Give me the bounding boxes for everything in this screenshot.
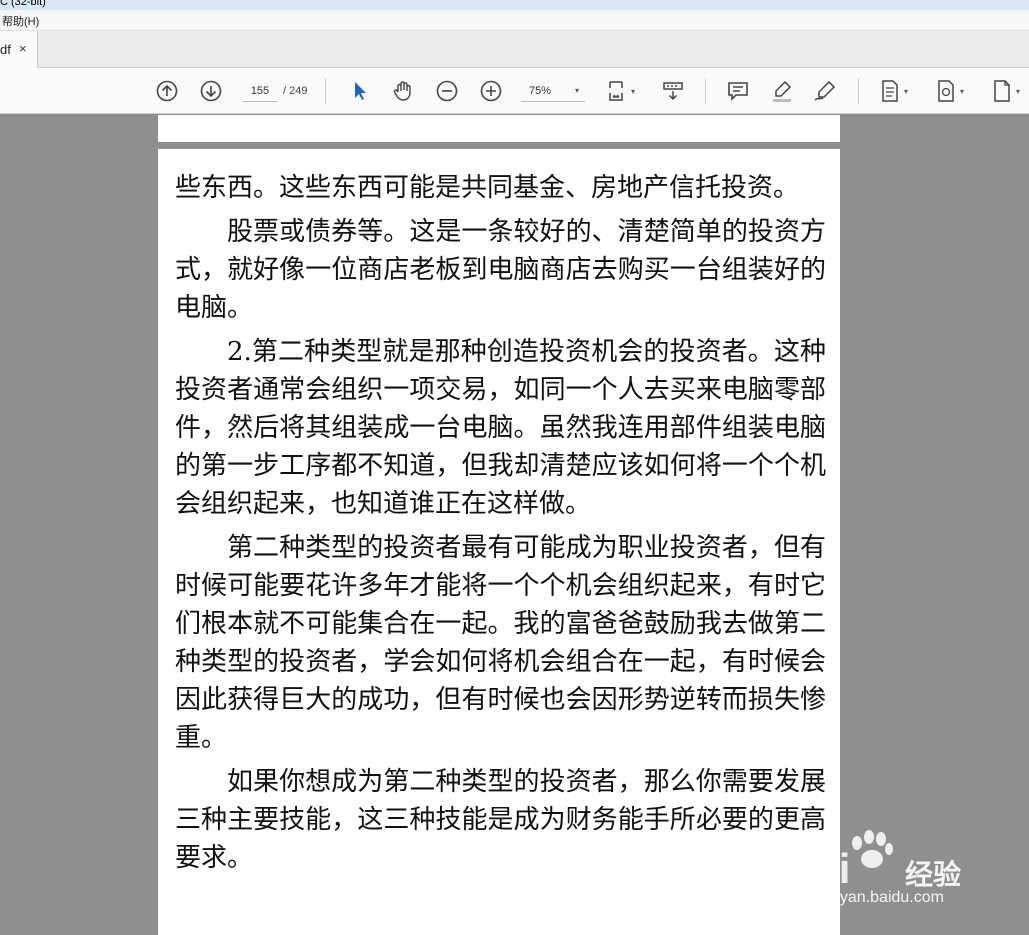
watermark-brand-cn: 经验 (905, 858, 962, 891)
highlight-button[interactable] (769, 78, 795, 104)
paragraph: 如果你想成为第二种类型的投资者，那么你需要发展三种主要技能，这三种技能是成为财务… (175, 767, 826, 873)
toolbar: 155 / 249 75% ▾ ▾ ▾ ▾ ▾ (0, 68, 1029, 114)
fit-page-button[interactable] (605, 78, 631, 104)
fit-page-icon (609, 81, 623, 101)
comment-icon (728, 82, 748, 101)
toolbar-separator (325, 78, 326, 104)
document-tab[interactable]: df × (0, 31, 38, 68)
chevron-down-icon: ▾ (574, 86, 579, 95)
comment-button[interactable] (725, 78, 751, 104)
paw-logo-icon (852, 830, 893, 868)
zoom-select[interactable]: 75% ▾ (521, 80, 585, 102)
zoom-out-icon (436, 80, 458, 102)
page-icon (882, 80, 898, 102)
page-tools-button[interactable] (877, 78, 903, 104)
zoom-out-button[interactable] (434, 78, 460, 104)
document-tab-label: df (0, 42, 11, 57)
page-tools-chevron-icon[interactable]: ▾ (904, 87, 908, 96)
close-tab-icon[interactable]: × (19, 41, 27, 56)
menu-bar: 帮助(H) (0, 10, 1029, 31)
paragraph: 2.第二种类型就是那种创造投资机会的投资者。这种投资者通常会组织一项交易，如同一… (175, 337, 826, 519)
page-add-button[interactable] (933, 78, 959, 104)
zoom-in-icon (480, 80, 502, 102)
watermark-url: jingyan.baidu.com (815, 889, 944, 906)
hand-icon (393, 81, 411, 101)
paragraph: 股票或债券等。这是一条较好的、清楚简单的投资方式，就好像一位商店老板到电脑商店去… (175, 217, 826, 323)
previous-page-button[interactable] (154, 78, 180, 104)
previous-page (158, 115, 840, 142)
arrow-up-circle-icon (156, 80, 178, 102)
select-cursor-icon (355, 82, 366, 100)
document-viewer[interactable]: 些东西。这些东西可能是共同基金、房地产信托投资。 股票或债券等。这是一条较好的、… (0, 115, 1029, 935)
hand-tool-button[interactable] (390, 78, 416, 104)
document-tools-chevron-icon[interactable]: ▾ (1016, 87, 1020, 96)
baidu-jingyan-watermark: Bai 经验 jingyan.baidu.com (787, 823, 987, 918)
arrow-down-circle-icon (200, 80, 222, 102)
fit-page-chevron-icon[interactable]: ▾ (631, 87, 635, 96)
document-tools-button[interactable] (989, 78, 1015, 104)
menu-help[interactable]: 帮助(H) (2, 13, 39, 29)
select-tool-button[interactable] (346, 78, 372, 104)
scroll-mode-button[interactable] (660, 78, 686, 104)
sign-button[interactable] (812, 78, 838, 104)
next-page-button[interactable] (198, 78, 224, 104)
page-total: / 249 (283, 85, 308, 97)
paragraph: 些东西。这些东西可能是共同基金、房地产信托投资。 (175, 173, 800, 203)
paragraph: 第二种类型的投资者最有可能成为职业投资者，但有时候可能要花许多年才能将一个个机会… (175, 533, 826, 753)
window-title: C (32-bit) (0, 0, 46, 8)
title-bar: C (32-bit) (0, 0, 1029, 10)
zoom-value: 75% (529, 85, 552, 97)
watermark-brand: Bai (787, 845, 850, 892)
zoom-in-button[interactable] (478, 78, 504, 104)
scroll-mode-icon (663, 82, 683, 101)
page-number-input[interactable]: 155 (243, 80, 277, 102)
current-page: 些东西。这些东西可能是共同基金、房地产信托投资。 股票或债券等。这是一条较好的、… (158, 149, 840, 935)
document-icon (994, 80, 1010, 102)
page-add-icon (938, 80, 954, 102)
page-add-chevron-icon[interactable]: ▾ (960, 87, 964, 96)
toolbar-separator (858, 78, 859, 104)
tab-bar: df × (0, 31, 1029, 68)
highlight-icon (773, 80, 792, 102)
toolbar-separator (705, 78, 706, 104)
sign-icon (814, 80, 836, 101)
